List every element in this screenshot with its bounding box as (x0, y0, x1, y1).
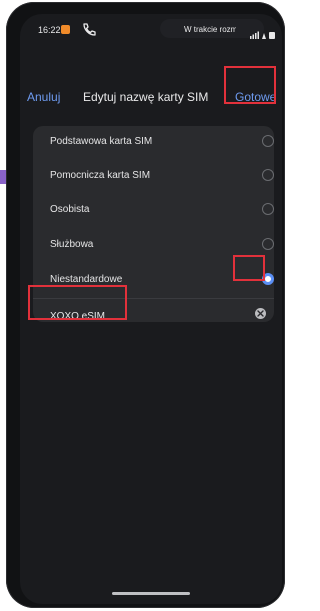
page-title: Edytuj nazwę karty SIM (83, 90, 209, 104)
custom-name-input-highlight (28, 285, 127, 320)
option-primary-sim[interactable]: Podstawowa karta SIM (33, 126, 274, 160)
option-label: Osobista (50, 204, 90, 215)
home-indicator[interactable] (112, 592, 190, 595)
status-time: 16:22 (38, 25, 61, 35)
radio-unselected-icon[interactable] (262, 203, 274, 215)
radio-unselected-icon[interactable] (262, 238, 274, 250)
status-bar: 16:22 W trakcie rozm (20, 14, 282, 44)
phone-call-icon (80, 21, 98, 37)
option-secondary-sim[interactable]: Pomocnicza karta SIM (33, 160, 274, 194)
selected-radio-highlight (233, 255, 265, 281)
option-label: Służbowa (50, 239, 94, 250)
radio-unselected-icon[interactable] (262, 169, 274, 181)
cancel-button[interactable]: Anuluj (27, 90, 60, 104)
option-personal[interactable]: Osobista (33, 194, 274, 228)
option-label: Podstawowa karta SIM (50, 136, 153, 147)
option-label: Pomocnicza karta SIM (50, 170, 151, 181)
ongoing-call-text: W trakcie rozm (184, 25, 236, 34)
done-button-highlight (224, 66, 276, 104)
signal-battery-icons (250, 26, 276, 39)
radio-unselected-icon[interactable] (262, 135, 274, 147)
notification-app-icon (61, 25, 70, 34)
clear-text-icon[interactable] (255, 308, 266, 319)
option-label: Niestandardowe (50, 274, 123, 285)
